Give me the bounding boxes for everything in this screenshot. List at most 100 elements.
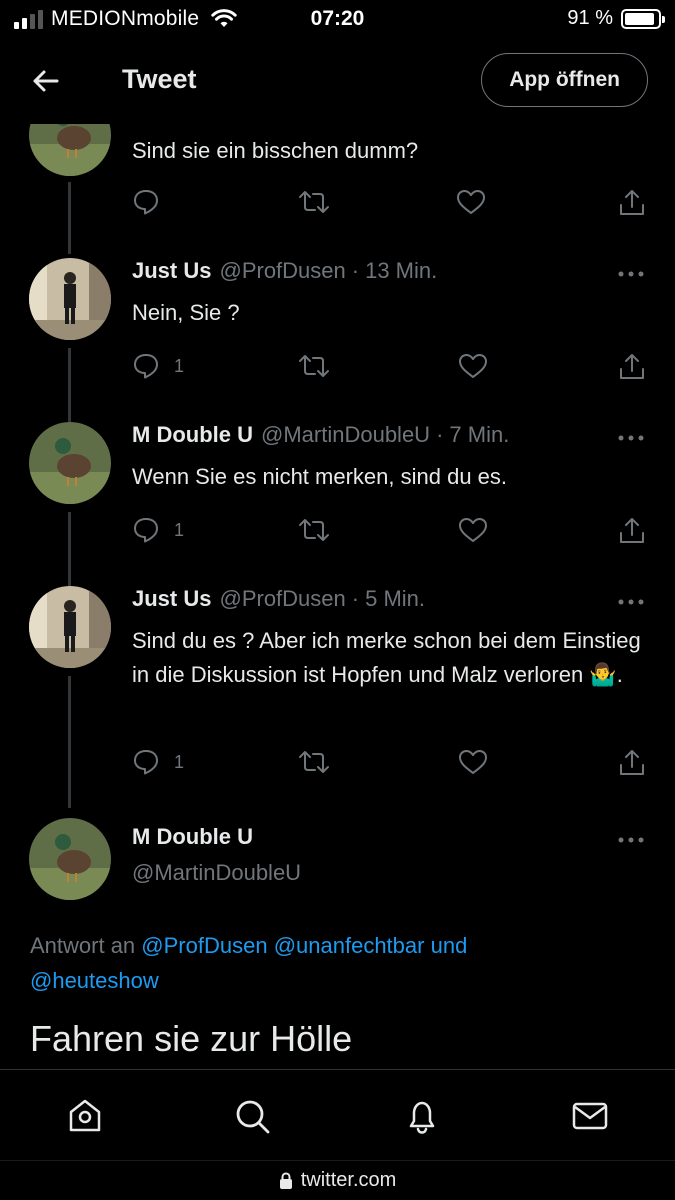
search-icon bbox=[236, 1100, 270, 1134]
open-app-button[interactable]: App öffnen bbox=[481, 53, 648, 107]
tweet-time[interactable]: 13 Min. bbox=[365, 258, 437, 284]
tweet-thread: Sind sie ein bisschen dumm? Just Us @Pro… bbox=[0, 124, 675, 1069]
tweet-text: Nein, Sie ? bbox=[132, 300, 240, 325]
battery-icon bbox=[621, 8, 665, 29]
author-name[interactable]: M Double U bbox=[132, 824, 253, 850]
heart-icon bbox=[459, 518, 487, 542]
share-button[interactable] bbox=[618, 748, 646, 778]
back-button[interactable] bbox=[26, 62, 64, 100]
share-icon bbox=[620, 750, 644, 775]
tweet[interactable]: Sind sie ein bisschen dumm? bbox=[0, 124, 675, 254]
more-horizontal-icon[interactable] bbox=[617, 264, 645, 284]
reply-button[interactable]: 1 bbox=[132, 748, 184, 776]
more-horizontal-icon[interactable] bbox=[617, 830, 645, 850]
heart-icon bbox=[459, 354, 487, 378]
like-button[interactable] bbox=[458, 352, 488, 380]
retweet-button[interactable] bbox=[298, 516, 330, 544]
reply-count: 1 bbox=[174, 751, 185, 772]
share-button[interactable] bbox=[618, 352, 646, 382]
tweet-time[interactable]: 7 Min. bbox=[449, 422, 509, 448]
tweet-time[interactable]: 5 Min. bbox=[365, 586, 425, 612]
retweet-icon bbox=[299, 355, 329, 377]
status-right: 91 % bbox=[567, 7, 665, 30]
retweet-icon bbox=[299, 519, 329, 541]
tweet[interactable]: M Double U @MartinDoubleU · 7 Min. Wenn … bbox=[0, 422, 675, 586]
retweet-button[interactable] bbox=[298, 352, 330, 380]
separator-dot: · bbox=[351, 258, 360, 283]
avatar[interactable] bbox=[29, 586, 111, 668]
bell-icon bbox=[409, 1101, 435, 1134]
status-bar: MEDIONmobile 07:20 91 % bbox=[0, 0, 675, 40]
reply-prefix: Antwort an bbox=[30, 933, 136, 958]
tweet-actions: 1 bbox=[132, 352, 652, 386]
mention-link[interactable]: @ProfDusen bbox=[141, 933, 267, 958]
like-button[interactable] bbox=[458, 748, 488, 776]
like-button[interactable] bbox=[458, 516, 488, 544]
lock-icon bbox=[279, 1171, 292, 1189]
reply-to-line: Antwort an @ProfDusen @unanfechtbar und … bbox=[30, 928, 650, 998]
retweet-button[interactable] bbox=[298, 748, 330, 776]
like-button[interactable] bbox=[456, 188, 486, 216]
tweet-text: Sind du es ? Aber ich merke schon bei de… bbox=[132, 628, 641, 687]
reply-count: 1 bbox=[174, 355, 185, 376]
author-handle[interactable]: @MartinDoubleU bbox=[132, 860, 301, 886]
author-name[interactable]: Just Us bbox=[132, 586, 211, 612]
tweet-text: Wenn Sie es nicht merken, sind du es. bbox=[132, 464, 508, 489]
tweet-header-handle: @MartinDoubleU bbox=[132, 860, 301, 886]
thread-connector bbox=[68, 512, 71, 586]
tweet[interactable]: Just Us @ProfDusen · 13 Min. Nein, Sie ?… bbox=[0, 258, 675, 422]
tweet-actions: 1 bbox=[132, 748, 652, 782]
avatar[interactable] bbox=[29, 258, 111, 340]
mention-link[interactable]: @unanfechtbar bbox=[274, 933, 425, 958]
share-button[interactable] bbox=[618, 516, 646, 546]
tweet-actions: 1 bbox=[132, 516, 652, 550]
tweet[interactable]: Just Us @ProfDusen · 5 Min. Sind du es ?… bbox=[0, 586, 675, 816]
nav-search[interactable] bbox=[230, 1094, 274, 1138]
page-title: Tweet bbox=[122, 64, 197, 94]
avatar[interactable] bbox=[29, 818, 111, 900]
thread-connector bbox=[68, 676, 71, 808]
author-handle[interactable]: @ProfDusen bbox=[219, 258, 345, 284]
nav-home[interactable] bbox=[63, 1094, 107, 1138]
retweet-icon bbox=[299, 191, 329, 213]
bottom-navigation bbox=[0, 1069, 675, 1160]
nav-notifications[interactable] bbox=[400, 1094, 444, 1138]
url-text: twitter.com bbox=[300, 1169, 397, 1191]
top-app-bar: Tweet App öffnen bbox=[0, 40, 675, 124]
browser-url-bar[interactable]: twitter.com bbox=[0, 1160, 675, 1200]
author-name[interactable]: M Double U bbox=[132, 422, 253, 448]
tweet-text: Sind sie ein bisschen dumm? bbox=[132, 138, 419, 163]
reply-icon bbox=[134, 518, 158, 543]
separator-dot: · bbox=[351, 586, 360, 611]
author-handle[interactable]: @MartinDoubleU bbox=[261, 422, 430, 448]
mention-and[interactable]: und bbox=[431, 933, 468, 958]
author-name[interactable]: Just Us bbox=[132, 258, 211, 284]
thread-connector bbox=[68, 182, 71, 254]
more-horizontal-icon[interactable] bbox=[617, 428, 645, 448]
heart-icon bbox=[459, 750, 487, 774]
author-handle[interactable]: @ProfDusen bbox=[219, 586, 345, 612]
share-button[interactable] bbox=[618, 188, 646, 218]
heart-icon bbox=[457, 190, 485, 214]
reply-button[interactable]: 1 bbox=[132, 516, 184, 544]
main-tweet-text: Fahren sie zur Hölle bbox=[30, 1018, 353, 1059]
tweet-header: Just Us @ProfDusen · 13 Min. bbox=[132, 258, 437, 284]
home-icon bbox=[69, 1099, 101, 1132]
avatar[interactable] bbox=[29, 124, 111, 176]
avatar[interactable] bbox=[29, 422, 111, 504]
more-horizontal-icon[interactable] bbox=[617, 592, 645, 612]
retweet-button[interactable] bbox=[298, 188, 330, 216]
retweet-icon bbox=[299, 751, 329, 773]
tweet-header: M Double U bbox=[132, 824, 253, 850]
tweet-actions bbox=[132, 188, 652, 222]
reply-button[interactable]: 1 bbox=[132, 352, 184, 380]
reply-icon bbox=[134, 750, 158, 775]
mention-link[interactable]: @heuteshow bbox=[30, 968, 159, 993]
share-icon bbox=[620, 518, 644, 543]
reply-button[interactable] bbox=[132, 188, 160, 216]
battery-percentage: 91 % bbox=[567, 7, 613, 29]
nav-messages[interactable] bbox=[568, 1094, 612, 1138]
arrow-left-icon bbox=[33, 70, 59, 92]
mail-icon bbox=[572, 1102, 608, 1130]
reply-icon bbox=[134, 354, 158, 379]
